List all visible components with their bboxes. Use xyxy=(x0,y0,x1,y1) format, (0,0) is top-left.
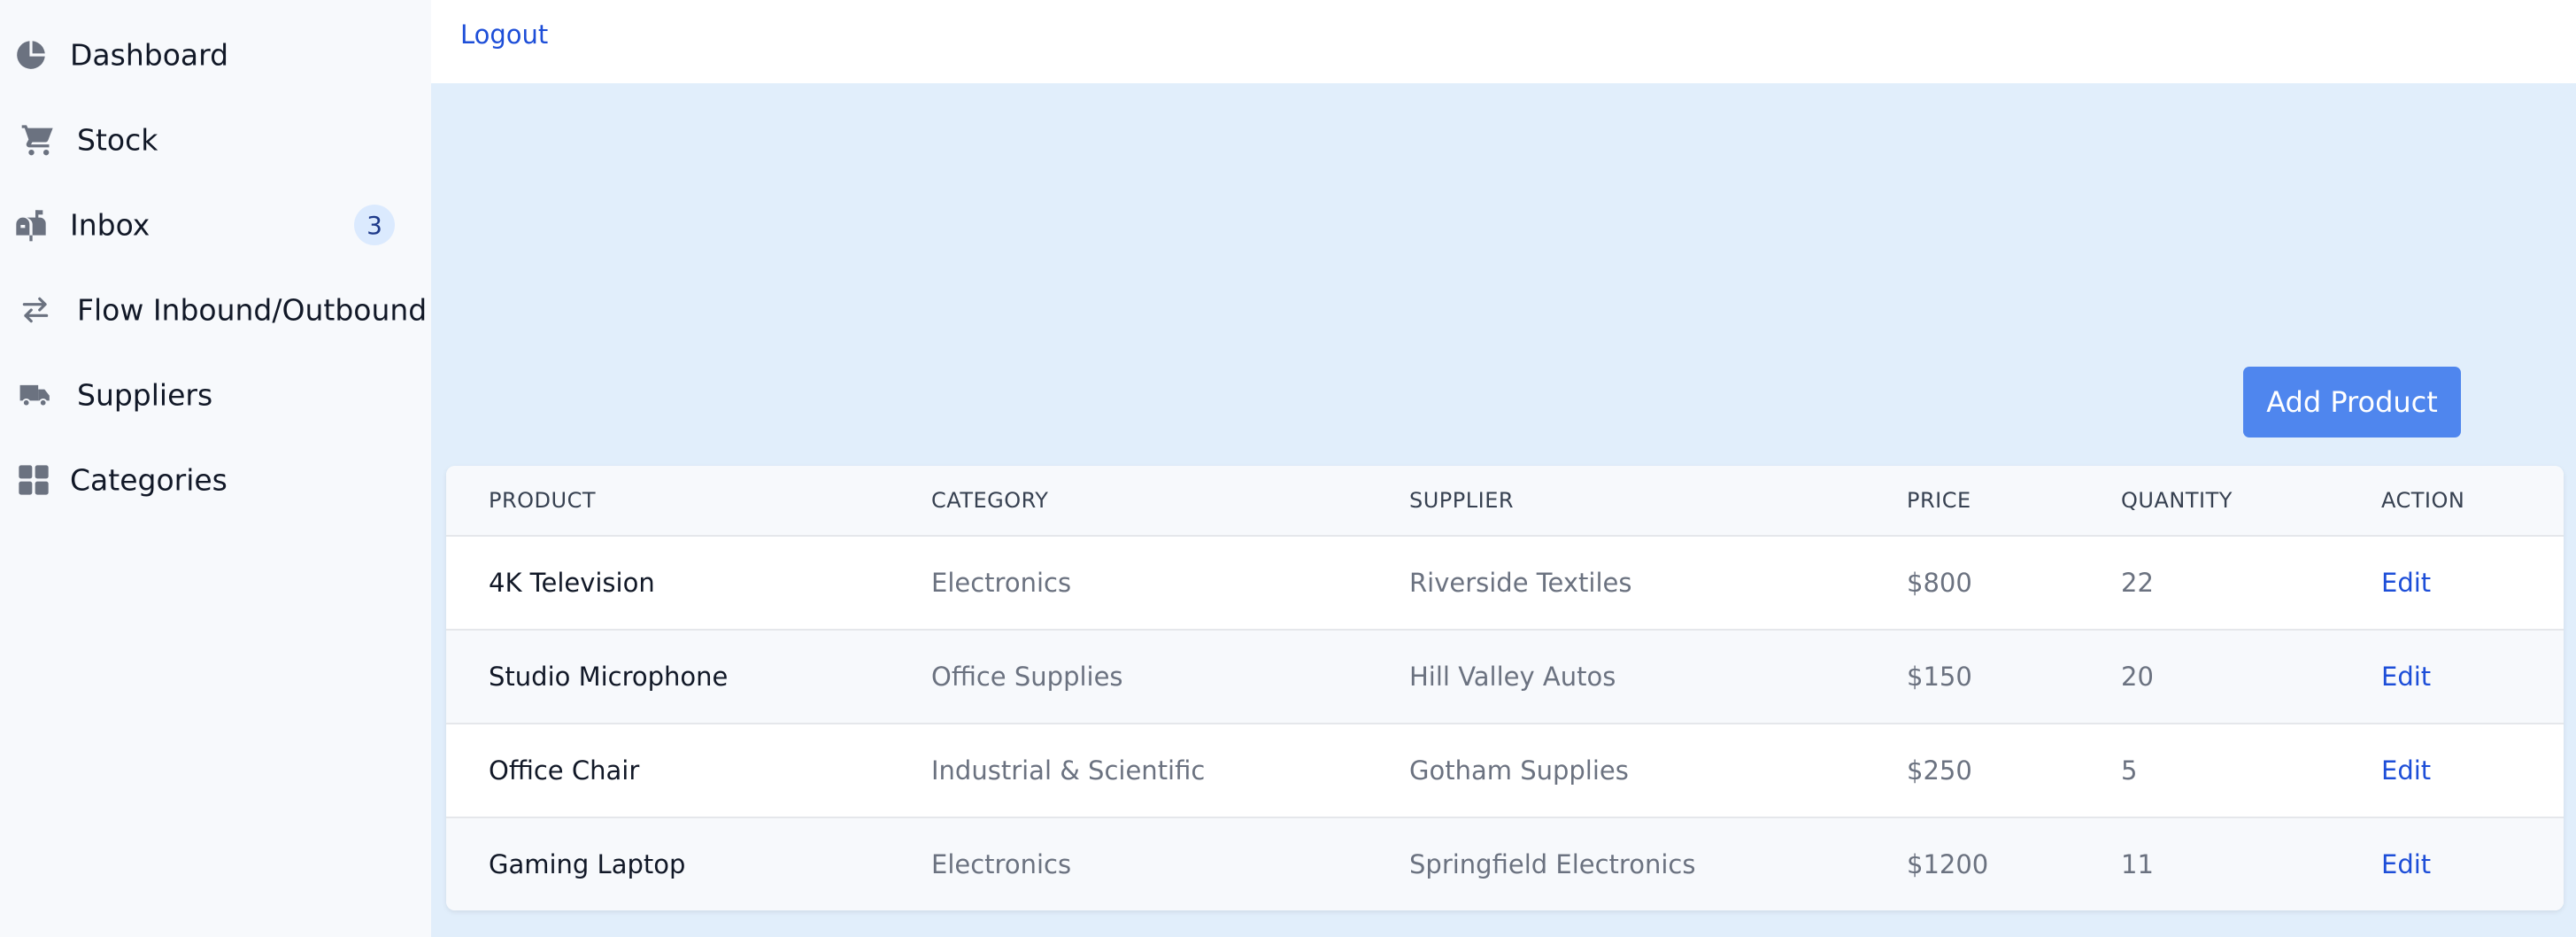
truck-icon xyxy=(16,378,55,412)
grid-icon xyxy=(16,462,51,498)
edit-link[interactable]: Edit xyxy=(2381,755,2431,786)
column-header-category: CATEGORY xyxy=(931,488,1049,513)
add-product-button[interactable]: Add Product xyxy=(2243,367,2461,438)
supplier-cell: Springfield Electronics xyxy=(1409,849,1696,879)
sidebar-item-suppliers[interactable]: Suppliers xyxy=(0,364,431,426)
quantity-cell: 11 xyxy=(2121,849,2154,879)
edit-link[interactable]: Edit xyxy=(2381,849,2431,879)
column-header-action: ACTION xyxy=(2381,488,2465,513)
sidebar-item-dashboard[interactable]: Dashboard xyxy=(0,24,431,86)
supplier-cell: Hill Valley Autos xyxy=(1409,662,1616,692)
quantity-cell: 20 xyxy=(2121,662,2154,692)
table-row: Gaming Laptop Electronics Springfield El… xyxy=(446,817,2564,910)
column-header-supplier: SUPPLIER xyxy=(1409,488,1515,513)
edit-link[interactable]: Edit xyxy=(2381,568,2431,598)
sidebar-item-label: Inbox xyxy=(70,207,150,243)
sidebar-item-inbox[interactable]: Inbox 3 xyxy=(0,194,431,256)
price-cell: $150 xyxy=(1907,662,1972,692)
sidebar-item-label: Suppliers xyxy=(77,377,213,413)
top-bar: Logout xyxy=(431,0,2576,83)
price-cell: $250 xyxy=(1907,755,1972,786)
category-cell: Office Supplies xyxy=(931,662,1123,692)
category-cell: Electronics xyxy=(931,568,1072,598)
category-cell: Industrial & Scientific xyxy=(931,755,1206,786)
sidebar-item-label: Flow Inbound/Outbound xyxy=(77,292,428,328)
sidebar-item-stock[interactable]: Stock xyxy=(0,109,431,171)
category-cell: Electronics xyxy=(931,849,1072,879)
supplier-cell: Riverside Textiles xyxy=(1409,568,1632,598)
supplier-cell: Gotham Supplies xyxy=(1409,755,1629,786)
sidebar-item-categories[interactable]: Categories xyxy=(0,449,431,511)
product-cell: 4K Television xyxy=(489,568,655,598)
product-cell: Gaming Laptop xyxy=(489,849,686,879)
logout-link[interactable]: Logout xyxy=(460,19,548,50)
sidebar-item-label: Dashboard xyxy=(70,37,229,73)
column-header-price: PRICE xyxy=(1907,488,1971,513)
column-header-product: PRODUCT xyxy=(489,488,597,513)
price-cell: $800 xyxy=(1907,568,1972,598)
table-row: Studio Microphone Office Supplies Hill V… xyxy=(446,629,2564,723)
cart-icon xyxy=(19,122,57,158)
inbox-count-badge: 3 xyxy=(354,205,395,245)
products-table: PRODUCT CATEGORY SUPPLIER PRICE QUANTITY… xyxy=(446,466,2564,910)
pie-chart-icon xyxy=(14,38,48,72)
mailbox-icon xyxy=(12,207,50,243)
quantity-cell: 22 xyxy=(2121,568,2154,598)
sidebar-item-label: Categories xyxy=(70,462,228,498)
column-header-quantity: QUANTITY xyxy=(2121,488,2233,513)
table-row: Office Chair Industrial & Scientific Got… xyxy=(446,723,2564,817)
arrows-exchange-icon xyxy=(18,293,53,327)
product-cell: Office Chair xyxy=(489,755,640,786)
sidebar: Dashboard Stock Inbox 3 Flow Inbound/Out… xyxy=(0,0,431,937)
product-cell: Studio Microphone xyxy=(489,662,729,692)
price-cell: $1200 xyxy=(1907,849,1989,879)
edit-link[interactable]: Edit xyxy=(2381,662,2431,692)
table-header: PRODUCT CATEGORY SUPPLIER PRICE QUANTITY… xyxy=(446,466,2564,535)
sidebar-item-label: Stock xyxy=(77,122,158,158)
quantity-cell: 5 xyxy=(2121,755,2138,786)
main-content: Add Product PRODUCT CATEGORY SUPPLIER PR… xyxy=(431,83,2576,937)
sidebar-item-flow[interactable]: Flow Inbound/Outbound xyxy=(0,279,431,341)
table-row: 4K Television Electronics Riverside Text… xyxy=(446,535,2564,629)
